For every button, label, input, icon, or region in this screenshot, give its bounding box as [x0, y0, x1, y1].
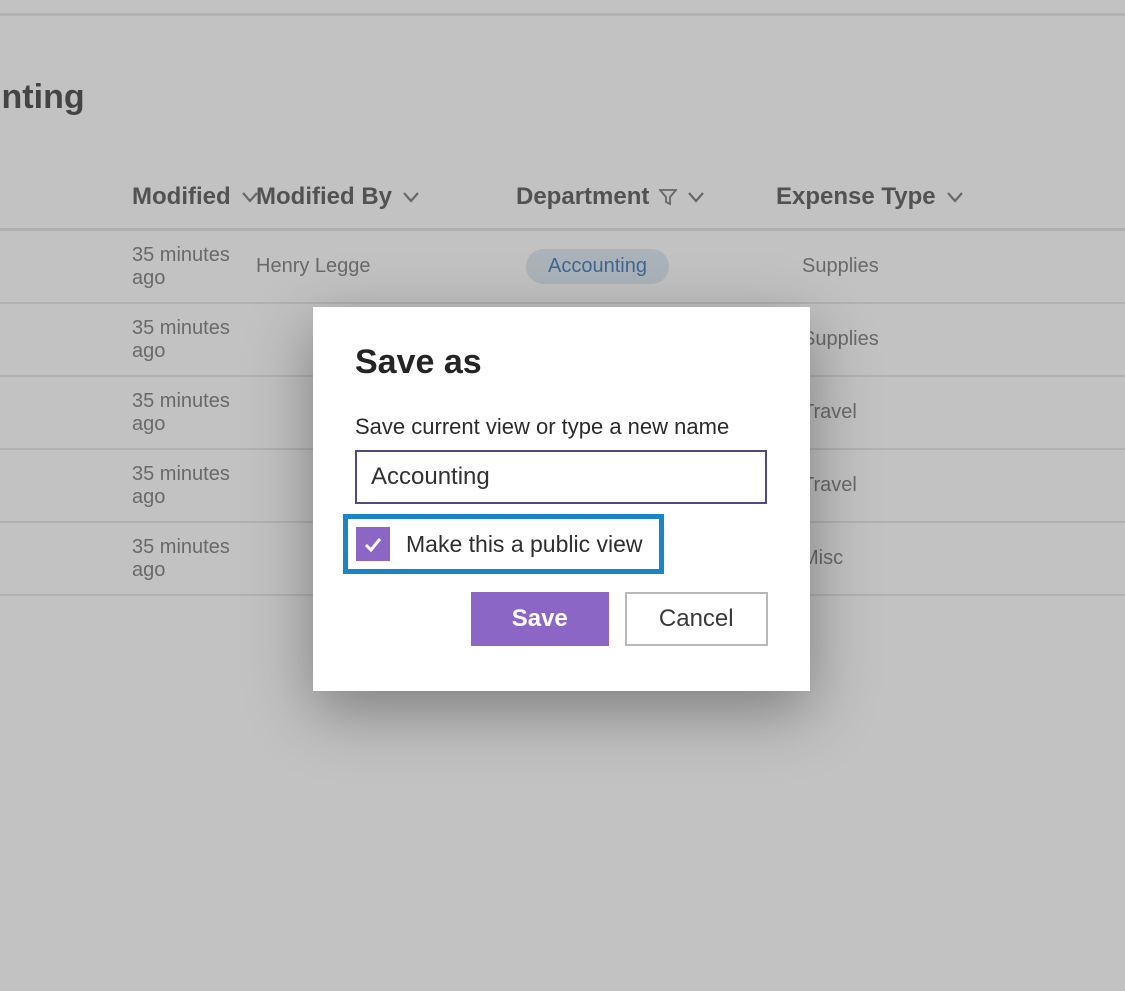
dialog-label: Save current view or type a new name	[355, 414, 768, 440]
view-name-input[interactable]	[355, 450, 767, 504]
public-view-checkbox[interactable]	[356, 527, 390, 561]
page: ounting Modified Modified By Department	[0, 0, 1125, 991]
public-view-checkbox-label: Make this a public view	[406, 531, 643, 558]
save-as-dialog: Save as Save current view or type a new …	[313, 307, 810, 691]
dialog-title: Save as	[355, 343, 768, 382]
check-icon	[362, 533, 384, 555]
public-view-checkbox-highlight: Make this a public view	[343, 514, 664, 574]
dialog-buttons: Save Cancel	[355, 592, 768, 646]
save-button[interactable]: Save	[471, 592, 609, 646]
cancel-button[interactable]: Cancel	[625, 592, 769, 646]
